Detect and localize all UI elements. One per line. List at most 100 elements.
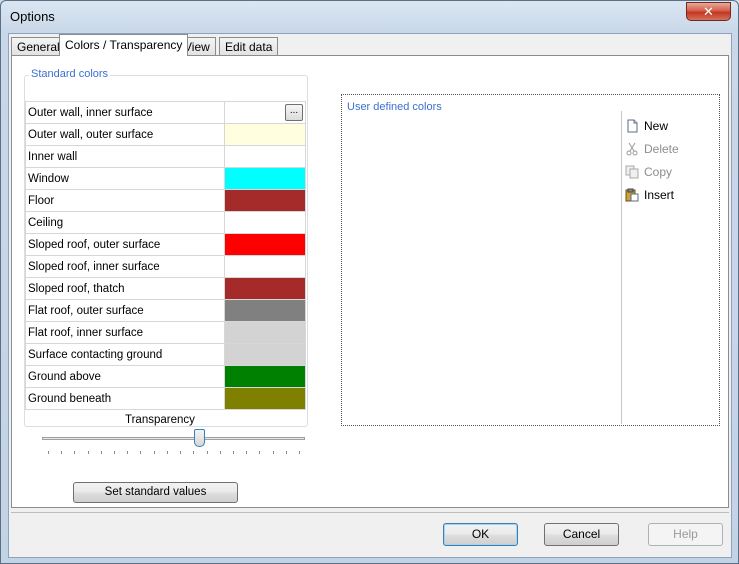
color-row[interactable]: Floor [25,189,307,212]
color-row[interactable]: Outer wall, inner surface... [25,101,307,124]
action-delete[interactable]: Delete [624,140,679,163]
slider-tick [61,451,62,454]
action-insert[interactable]: Insert [624,186,679,209]
new-document-icon [625,119,639,133]
color-swatch-cell[interactable] [223,167,307,190]
color-swatch-cell[interactable] [223,145,307,168]
color-name-cell: Outer wall, outer surface [25,123,225,146]
color-row[interactable]: Ceiling [25,211,307,234]
color-name-cell: Outer wall, inner surface [25,101,225,124]
color-name-cell: Sloped roof, outer surface [25,233,225,256]
help-button[interactable]: Help [648,523,723,546]
scissors-icon [625,142,639,156]
color-swatch-cell[interactable] [223,189,307,212]
footer-separator [11,512,729,513]
color-row[interactable]: Window [25,167,307,190]
color-row[interactable]: Ground beneath [25,387,307,410]
color-name-cell: Window [25,167,225,190]
color-swatch[interactable] [224,322,305,343]
browse-color-button[interactable]: ... [285,104,303,121]
color-swatch[interactable] [224,344,305,365]
slider-tick [286,451,287,454]
color-swatch-cell[interactable] [223,233,307,256]
slider-tick [48,451,49,454]
color-swatch-cell[interactable] [223,123,307,146]
color-name-cell: Flat roof, outer surface [25,299,225,322]
color-name-cell: Sloped roof, inner surface [25,255,225,278]
tab-general[interactable]: General [11,37,66,56]
slider-tick [273,451,274,454]
color-row[interactable]: Flat roof, outer surface [25,299,307,322]
color-swatch-cell[interactable] [223,365,307,388]
color-row[interactable]: Ground above [25,365,307,388]
tab-edit-data[interactable]: Edit data [219,37,279,56]
transparency-slider-thumb[interactable] [194,429,205,447]
action-label: Copy [644,165,673,179]
color-row[interactable]: Flat roof, inner surface [25,321,307,344]
standard-colors-label: Standard colors [29,68,111,80]
action-label: New [644,119,669,133]
slider-tick [193,451,194,454]
color-name-cell: Inner wall [25,145,225,168]
color-row[interactable]: Inner wall [25,145,307,168]
user-defined-colors-panel: New Delete Copy Insert [341,94,720,426]
slider-tick [88,451,89,454]
color-name-cell: Floor [25,189,225,212]
transparency-slider-track[interactable] [42,437,305,440]
color-swatch[interactable] [224,388,305,409]
color-name-cell: Sloped roof, thatch [25,277,225,300]
color-row[interactable]: Sloped roof, outer surface [25,233,307,256]
color-swatch-cell[interactable] [223,387,307,410]
slider-tick [246,451,247,454]
slider-tick [74,451,75,454]
close-button[interactable]: ✕ [686,2,731,21]
color-name-cell: Ceiling [25,211,225,234]
color-row[interactable]: Outer wall, outer surface [25,123,307,146]
color-swatch[interactable] [224,124,305,145]
color-swatch[interactable] [224,168,305,189]
action-label: Insert [644,188,675,202]
copy-icon [625,165,639,179]
user-defined-colors-label: User defined colors [345,101,444,113]
colors-transparency-panel: Standard colors Outer wall, inner surfac… [11,55,729,508]
tab-colors-transparency[interactable]: Colors / Transparency [59,34,189,56]
action-copy[interactable]: Copy [624,163,679,186]
color-swatch[interactable] [224,212,305,233]
set-standard-values-button[interactable]: Set standard values [73,482,238,503]
color-swatch-cell[interactable] [223,255,307,278]
paste-icon [625,188,639,202]
color-swatch-cell[interactable]: ... [223,101,307,124]
color-name-cell: Surface contacting ground [25,343,225,366]
color-swatch[interactable] [224,256,305,277]
slider-tick [167,451,168,454]
color-swatch-cell[interactable] [223,343,307,366]
user-colors-actions: New Delete Copy Insert [624,117,679,209]
color-swatch[interactable] [224,366,305,387]
color-swatch[interactable] [224,300,305,321]
color-name-cell: Ground above [25,365,225,388]
user-colors-divider [621,111,622,424]
color-swatch-cell[interactable] [223,277,307,300]
slider-tick [220,451,221,454]
slider-tick [154,451,155,454]
options-dialog: Options ✕ General Colors / Transparency … [0,0,739,564]
color-row[interactable]: Sloped roof, thatch [25,277,307,300]
color-row[interactable]: Surface contacting ground [25,343,307,366]
dialog-client-area: General Colors / Transparency View Edit … [8,33,732,558]
action-new[interactable]: New [624,117,679,140]
transparency-label: Transparency [125,414,195,426]
color-swatch-cell[interactable] [223,211,307,234]
color-swatch-cell[interactable] [223,321,307,344]
user-colors-list[interactable] [343,111,621,424]
cancel-button[interactable]: Cancel [544,523,619,546]
color-swatch[interactable] [224,190,305,211]
color-swatch[interactable] [224,234,305,255]
slider-tick [259,451,260,454]
color-name-cell: Flat roof, inner surface [25,321,225,344]
color-swatch[interactable] [224,278,305,299]
ok-button[interactable]: OK [443,523,518,546]
color-swatch-cell[interactable] [223,299,307,322]
slider-tick [207,451,208,454]
color-swatch[interactable] [224,146,305,167]
color-row[interactable]: Sloped roof, inner surface [25,255,307,278]
